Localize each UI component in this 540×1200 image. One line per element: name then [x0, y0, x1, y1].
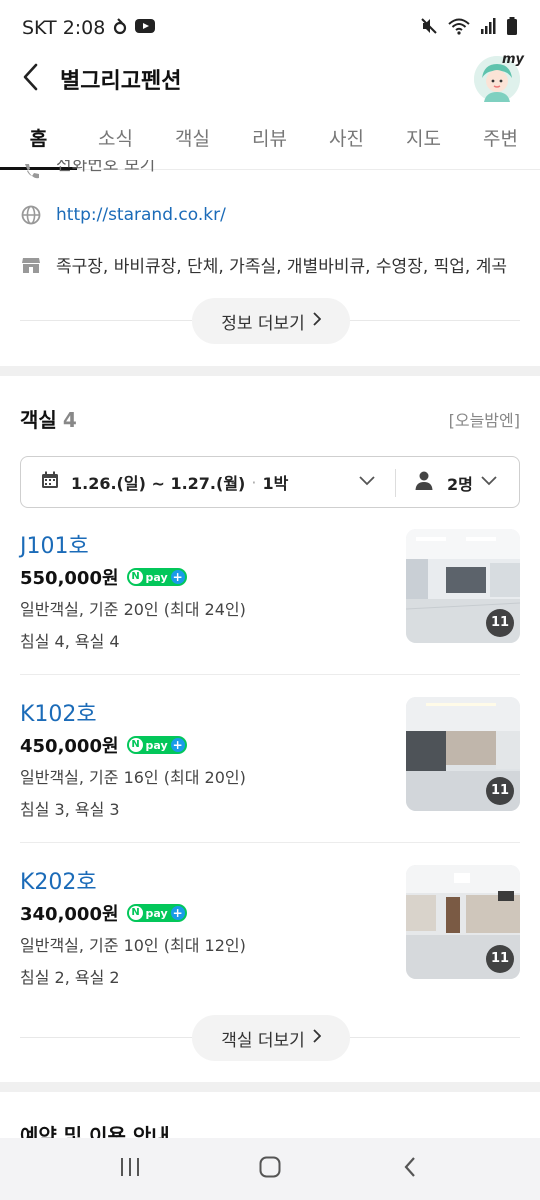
- rooms-title: 객실: [20, 408, 57, 432]
- room-item[interactable]: K202호 340,000원 Npay + 일반객실, 기준 10인 (최대 12…: [20, 864, 520, 1014]
- date-separator: ·: [251, 472, 257, 492]
- photo-count: 11: [486, 777, 514, 805]
- info-more: 정보 더보기: [20, 298, 520, 344]
- room-beds: 침실 2, 욕실 2: [20, 968, 120, 987]
- room-photo[interactable]: 11: [406, 697, 520, 811]
- tab-nearby[interactable]: 주변: [462, 110, 539, 170]
- page-title: 별그리고펜션: [60, 69, 182, 94]
- info-more-label: 정보 더보기: [221, 313, 305, 334]
- rooms-count: 4: [62, 408, 77, 432]
- room-name[interactable]: K102호: [20, 696, 97, 728]
- date-range: 1.26.(일) ~ 1.27.(월): [71, 474, 246, 493]
- chevron-right-icon: [313, 311, 322, 331]
- room-item[interactable]: J101호 550,000원 Npay + 일반객실, 기준 20인 (최대 24…: [20, 528, 520, 678]
- selector-divider: [395, 469, 396, 497]
- back-arrow-icon: [22, 63, 38, 95]
- avatar-badge: my: [501, 52, 524, 67]
- room-beds: 침실 4, 욕실 4: [20, 632, 120, 651]
- system-back-button[interactable]: [370, 1144, 450, 1194]
- mute-icon: [420, 17, 438, 40]
- guest-count: 2명: [447, 475, 473, 494]
- room-price-row: 450,000원 Npay +: [20, 732, 187, 758]
- room-price: 550,000원: [20, 568, 119, 589]
- room-separator: [20, 842, 520, 843]
- facilities-row: 족구장, 바비큐장, 단체, 가족실, 개별바비큐, 수영장, 픽업, 계곡: [20, 252, 507, 277]
- room-price-row: 550,000원 Npay +: [20, 564, 187, 590]
- room-name[interactable]: J101호: [20, 528, 89, 560]
- section-divider: [0, 366, 540, 376]
- website-link[interactable]: http://starand.co.kr/: [56, 205, 226, 225]
- npay-badge: Npay +: [126, 904, 187, 922]
- tab-reviews[interactable]: 리뷰: [231, 110, 308, 170]
- rooms-more-label: 객실 더보기: [221, 1030, 305, 1051]
- room-description: 일반객실, 기준 16인 (최대 20인): [20, 768, 246, 787]
- rooms-source[interactable]: [오늘밤엔]: [449, 407, 520, 431]
- photo-count: 11: [486, 609, 514, 637]
- room-price-row: 340,000원 Npay +: [20, 900, 187, 926]
- photo-count: 11: [486, 945, 514, 973]
- tab-rooms[interactable]: 객실: [154, 110, 231, 170]
- store-icon: [20, 254, 42, 276]
- globe-icon: [20, 204, 42, 226]
- rooms-more: 객실 더보기: [20, 1015, 520, 1061]
- tab-photos[interactable]: 사진: [308, 110, 385, 170]
- home-icon: [259, 1156, 281, 1182]
- npay-badge: Npay +: [126, 568, 187, 586]
- info-more-button[interactable]: 정보 더보기: [192, 298, 350, 344]
- room-separator: [20, 674, 520, 675]
- wifi-icon: [448, 17, 470, 40]
- chevron-down-icon: [359, 471, 375, 490]
- section-divider: [0, 1082, 540, 1092]
- home-button[interactable]: [230, 1144, 310, 1194]
- chevron-down-icon: [481, 471, 497, 490]
- date-guest-selector[interactable]: 1.26.(일) ~ 1.27.(월) · 1박 2명: [20, 456, 520, 508]
- room-photo[interactable]: 11: [406, 865, 520, 979]
- youtube-icon: [135, 17, 156, 39]
- website-row: http://starand.co.kr/: [20, 204, 226, 226]
- back-button[interactable]: [0, 48, 60, 110]
- npay-badge: Npay +: [126, 736, 187, 754]
- room-description: 일반객실, 기준 10인 (최대 12인): [20, 936, 246, 955]
- nights-count: 1박: [262, 474, 289, 493]
- phone-label: 전화번호 보기: [56, 160, 156, 175]
- back-chevron-icon: [404, 1156, 416, 1182]
- battery-icon: [506, 16, 518, 40]
- calendar-icon: [41, 471, 59, 493]
- status-time: SKT 2:08: [22, 17, 106, 39]
- app-header: 별그리고펜션 my: [0, 48, 540, 110]
- rooms-more-button[interactable]: 객실 더보기: [192, 1015, 350, 1061]
- notification-icon: [113, 17, 127, 40]
- person-icon: [415, 471, 433, 495]
- chevron-right-icon: [313, 1028, 322, 1048]
- avatar[interactable]: my: [474, 52, 524, 102]
- rooms-section-title: 객실 4: [20, 404, 77, 433]
- system-nav-bar: [0, 1138, 540, 1200]
- recent-apps-button[interactable]: [90, 1144, 170, 1194]
- tab-map[interactable]: 지도: [385, 110, 462, 170]
- phone-row[interactable]: 전화번호 보기: [20, 160, 155, 184]
- room-name[interactable]: K202호: [20, 864, 97, 896]
- signal-icon: [480, 17, 496, 40]
- recent-apps-icon: [119, 1157, 141, 1181]
- facilities-text: 족구장, 바비큐장, 단체, 가족실, 개별바비큐, 수영장, 픽업, 계곡: [56, 257, 508, 277]
- room-beds: 침실 3, 욕실 3: [20, 800, 120, 819]
- room-photo[interactable]: 11: [406, 529, 520, 643]
- phone-icon: [20, 161, 42, 183]
- room-price: 340,000원: [20, 904, 119, 925]
- room-price: 450,000원: [20, 736, 119, 757]
- room-description: 일반객실, 기준 20인 (최대 24인): [20, 600, 246, 619]
- room-item[interactable]: K102호 450,000원 Npay + 일반객실, 기준 16인 (최대 20…: [20, 696, 520, 846]
